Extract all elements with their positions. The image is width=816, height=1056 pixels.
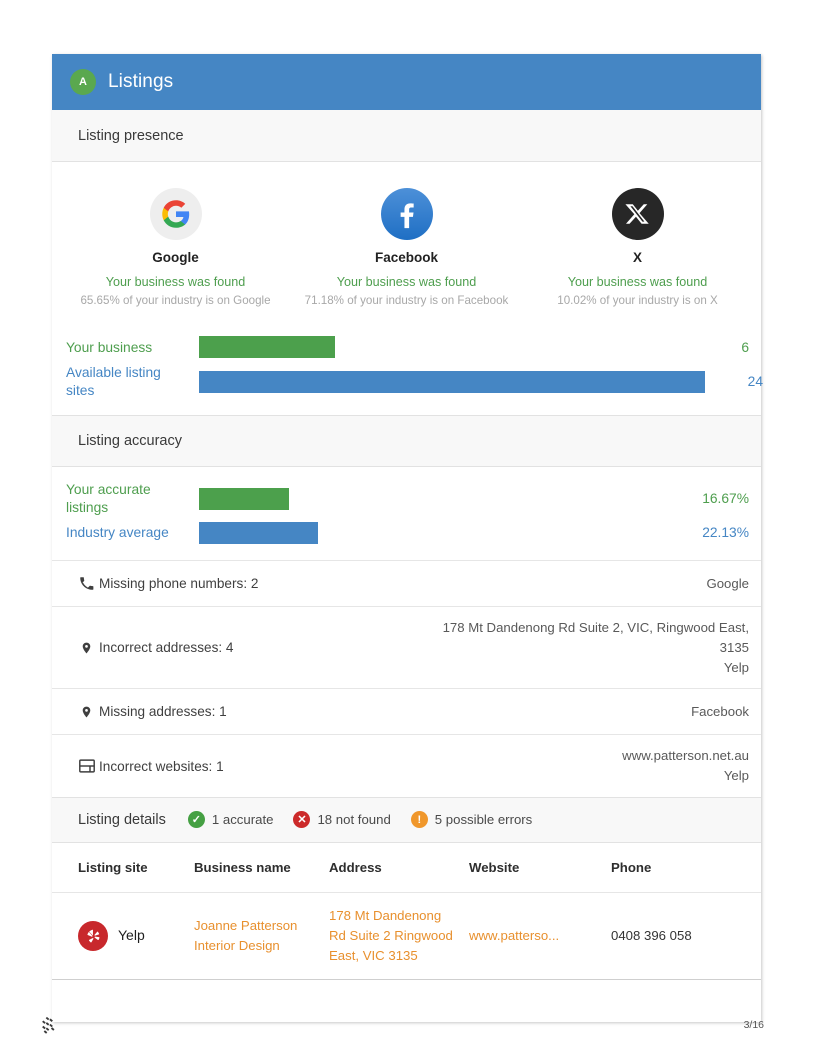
bar-value: 24 — [747, 374, 763, 390]
bar-fill-your-accurate-listings — [199, 487, 289, 510]
cell-business-name: Joanne Patterson Interior Design — [194, 892, 329, 981]
bar-row-your-accurate-listings: Your accurate listings 16.67% — [52, 481, 761, 516]
issue-label: Incorrect websites: 1 — [99, 758, 224, 774]
issue-label-group: Missing phone numbers: 2 — [78, 575, 706, 592]
bar-row-available-sites: Available listing sites 24 — [52, 364, 763, 399]
issue-detail: Facebook — [691, 703, 749, 719]
issue-label: Incorrect addresses: 4 — [99, 640, 234, 656]
bar-track — [199, 487, 691, 510]
warning-circle-icon: ! — [410, 811, 428, 829]
bar-track — [199, 336, 691, 359]
network-industry-stat: 65.65% of your industry is on Google — [80, 294, 271, 308]
network-facebook: Facebook Your business was found 71.18% … — [291, 188, 522, 308]
page-title: Listings — [108, 71, 174, 92]
listing-details-title: Listing details — [78, 811, 166, 828]
column-header-phone: Phone — [611, 842, 761, 893]
bar-label: Your business — [66, 339, 153, 355]
facebook-icon — [380, 188, 433, 240]
section-header-listing-presence: Listing presence — [52, 110, 761, 162]
bar-value: 16.67% — [702, 491, 749, 507]
card-bottom-spacer — [52, 980, 761, 1023]
bar-fill-your-business — [199, 336, 335, 359]
x-circle-icon: ✕ — [293, 811, 311, 829]
bar-track — [199, 521, 691, 544]
issue-label: Missing addresses: 1 — [99, 704, 227, 720]
section-title: Listing accuracy — [78, 433, 182, 450]
bar-label: Available listing sites — [66, 365, 161, 398]
chip-not-found: ✕ 18 not found — [293, 811, 391, 829]
chip-label: 18 not found — [317, 812, 391, 828]
report-page: A Listings Listing presence Google Your — [0, 0, 816, 1056]
network-x: X Your business was found 10.02% of your… — [522, 188, 753, 308]
column-header-business-name: Business name — [194, 842, 329, 893]
grade-badge: A — [70, 69, 96, 95]
yelp-icon — [78, 921, 108, 951]
bar-fill-available-sites — [199, 370, 705, 393]
network-status: Your business was found — [567, 275, 708, 289]
issue-detail: www.patterson.net.au Yelp — [622, 748, 749, 784]
cell-phone: 0408 396 058 — [611, 892, 761, 981]
issue-row-incorrect-addresses: Incorrect addresses: 4 178 Mt Dandenong … — [52, 605, 761, 689]
cell-address: 178 Mt Dandenong Rd Suite 2 Ringwood Eas… — [329, 892, 469, 981]
network-name: X — [632, 250, 642, 265]
card-header: A Listings — [52, 54, 761, 110]
bar-label: Your accurate listings — [66, 482, 151, 515]
table-row: Yelp Joanne Patterson Interior Design 17… — [52, 892, 761, 981]
network-industry-stat: 10.02% of your industry is on X — [557, 294, 718, 308]
cell-listing-site: Yelp — [52, 892, 194, 981]
brand-logo — [39, 1016, 59, 1036]
column-header-website: Website — [469, 842, 611, 893]
network-status: Your business was found — [105, 275, 246, 289]
chip-label: 1 accurate — [211, 812, 274, 828]
issue-label: Missing phone numbers: 2 — [99, 575, 259, 591]
website-icon — [78, 758, 95, 775]
section-title: Listing presence — [78, 127, 184, 144]
network-status: Your business was found — [336, 275, 477, 289]
network-name: Google — [152, 250, 199, 265]
issue-label-group: Incorrect websites: 1 — [78, 758, 622, 775]
issue-label-group: Missing addresses: 1 — [78, 703, 691, 720]
listings-card: A Listings Listing presence Google Your — [52, 54, 763, 1023]
issue-row-incorrect-websites: Incorrect websites: 1 www.patterson.net.… — [52, 734, 761, 797]
google-icon — [149, 188, 202, 240]
bar-row-your-business: Your business 6 — [52, 330, 761, 364]
bar-label: Industry average — [66, 525, 169, 541]
issue-row-missing-addresses: Missing addresses: 1 Facebook — [52, 688, 761, 735]
phone-icon — [78, 575, 95, 592]
cell-site-name: Yelp — [118, 927, 145, 944]
presence-bar-chart: Your business 6 Available listing sites … — [52, 322, 763, 416]
issue-row-missing-phone-numbers: Missing phone numbers: 2 Google — [52, 559, 761, 606]
map-pin-icon — [78, 703, 95, 720]
listing-details-table: Listing site Business name Address Websi… — [52, 842, 761, 981]
issue-label-group: Incorrect addresses: 4 — [78, 639, 419, 656]
chip-label: 5 possible errors — [434, 812, 533, 828]
accuracy-bar-chart: Your accurate listings 16.67% Industry a… — [52, 467, 761, 560]
check-circle-icon: ✓ — [187, 811, 205, 829]
issue-detail: 178 Mt Dandenong Rd Suite 2, VIC, Ringwo… — [442, 619, 749, 675]
page-number: 3/16 — [743, 1019, 764, 1031]
map-pin-icon — [78, 639, 95, 656]
column-header-listing-site: Listing site — [52, 842, 194, 893]
x-icon — [611, 188, 664, 240]
issue-detail: Google — [706, 575, 749, 591]
table-header-row: Listing site Business name Address Websi… — [52, 842, 761, 893]
network-google: Google Your business was found 65.65% of… — [60, 188, 291, 308]
network-industry-stat: 71.18% of your industry is on Facebook — [304, 294, 509, 308]
section-header-listing-accuracy: Listing accuracy — [52, 415, 761, 468]
network-presence-row: Google Your business was found 65.65% of… — [52, 162, 761, 323]
bar-row-industry-average: Industry average 22.13% — [52, 516, 761, 550]
network-name: Facebook — [374, 250, 439, 265]
listing-details-header: Listing details ✓ 1 accurate ✕ 18 not fo… — [52, 796, 761, 843]
cell-website: www.patterso... — [469, 892, 611, 981]
column-header-address: Address — [329, 842, 469, 893]
chip-possible-errors: ! 5 possible errors — [410, 811, 533, 829]
chip-accurate: ✓ 1 accurate — [187, 811, 274, 829]
bar-value: 22.13% — [702, 525, 749, 541]
bar-fill-industry-average — [199, 521, 318, 544]
bar-track — [199, 370, 705, 393]
bar-value: 6 — [741, 339, 749, 355]
